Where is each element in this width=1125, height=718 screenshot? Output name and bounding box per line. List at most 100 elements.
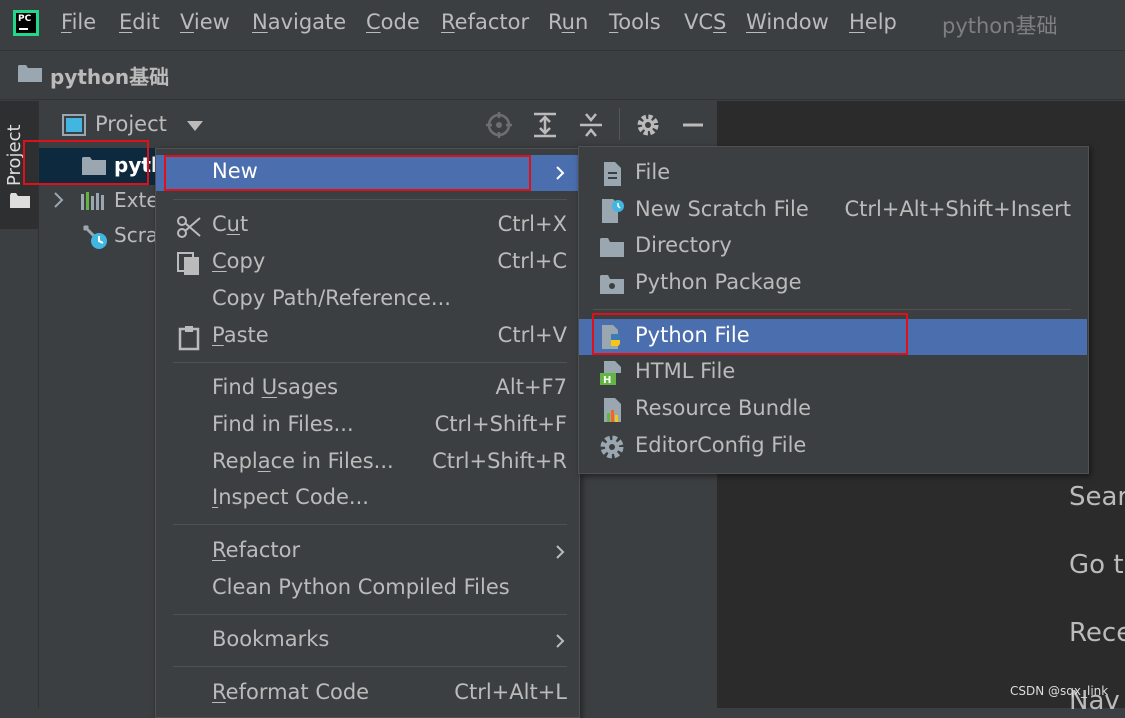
submenu-item-file[interactable]: File (579, 156, 1087, 192)
submenu-item-label: EditorConfig File (635, 433, 807, 457)
scissors-icon (177, 216, 201, 238)
menu-help[interactable]: Help (849, 10, 897, 34)
menu-item-label: Reformat Code (212, 680, 370, 704)
submenu-item-label: New Scratch File (635, 197, 809, 221)
external-libraries-icon (81, 192, 104, 210)
submenu-item-html-file[interactable]: H HTML File (579, 355, 1087, 391)
menu-item-replace-in-files[interactable]: Replace in Files... Ctrl+Shift+R (156, 445, 579, 481)
panel-title[interactable]: Project (95, 112, 167, 136)
menu-separator (173, 666, 567, 667)
shortcut-label: Alt+F7 (495, 375, 567, 399)
submenu-item-resource-bundle[interactable]: Resource Bundle (579, 392, 1087, 428)
gear-icon[interactable] (635, 112, 661, 138)
menu-vcs[interactable]: VCS (684, 10, 726, 34)
menu-item-label: Cut (212, 212, 249, 236)
folder-icon (10, 193, 30, 208)
toolbar-divider (619, 108, 620, 140)
menu-item-label: Copy (212, 249, 266, 273)
menu-tools[interactable]: Tools (609, 10, 661, 34)
menu-separator (593, 309, 1071, 310)
annotation-highlight (592, 313, 908, 355)
menu-item-inspect-code[interactable]: Inspect Code... (156, 481, 579, 517)
menu-edit[interactable]: Edit (119, 10, 160, 34)
submenu-item-editorconfig-file[interactable]: EditorConfig File (579, 429, 1087, 465)
locate-icon[interactable] (486, 112, 512, 138)
menu-item-refactor[interactable]: Refactor (156, 534, 579, 570)
project-view-icon (62, 114, 86, 136)
file-icon (604, 162, 621, 186)
menu-file[interactable]: File (61, 10, 96, 34)
directory-icon (600, 238, 624, 257)
menu-item-label: Inspect Code... (212, 485, 369, 509)
annotation-highlight (164, 155, 531, 191)
menu-item-label: Refactor (212, 538, 301, 562)
chevron-down-icon[interactable] (187, 121, 203, 131)
menu-item-copy-path[interactable]: Copy Path/Reference... (156, 282, 579, 318)
annotation-highlight (23, 140, 149, 185)
submenu-item-new-scratch-file[interactable]: New Scratch File Ctrl+Alt+Shift+Insert (579, 193, 1087, 229)
watermark: CSDN @sqx_link (1010, 684, 1109, 698)
python-package-icon (600, 275, 624, 294)
pycharm-logo-icon: PC (13, 10, 39, 36)
chevron-right-icon (556, 545, 565, 559)
chevron-right-icon[interactable] (52, 191, 66, 209)
menu-item-find-usages[interactable]: Find Usages Alt+F7 (156, 371, 579, 407)
submenu-item-label: Directory (635, 233, 732, 257)
menu-item-label: Find Usages (212, 375, 339, 399)
svg-text:H: H (603, 375, 611, 386)
shortcut-label: Ctrl+Alt+L (454, 680, 567, 704)
menu-item-reformat-code[interactable]: Reformat Code Ctrl+Alt+L (156, 676, 579, 712)
minimize-icon[interactable] (680, 112, 706, 138)
menu-view[interactable]: View (180, 10, 230, 34)
scratch-file-icon (602, 199, 624, 223)
tree-item-external-libraries[interactable]: Exte (114, 188, 159, 212)
menu-separator (173, 524, 567, 525)
tree-item-scratches[interactable]: Scra (114, 223, 158, 247)
menu-item-find-in-files[interactable]: Find in Files... Ctrl+Shift+F (156, 408, 579, 444)
window-title: python基础 (942, 14, 1058, 38)
menu-run[interactable]: Run (548, 10, 588, 34)
shortcut-label: Ctrl+X (497, 212, 567, 236)
menu-item-clean-compiled[interactable]: Clean Python Compiled Files (156, 571, 579, 607)
menu-item-label: Replace in Files... (212, 449, 394, 473)
editor-hint-goto: Go t (1069, 550, 1124, 580)
shortcut-label: Ctrl+Shift+F (434, 412, 567, 436)
menu-code[interactable]: Code (366, 10, 420, 34)
paste-icon (178, 326, 200, 351)
submenu-item-label: Python Package (635, 270, 802, 294)
breadcrumb-project[interactable]: python基础 (50, 61, 169, 90)
menu-item-label: Paste (212, 323, 269, 347)
shortcut-label: Ctrl+V (497, 323, 567, 347)
submenu-item-python-package[interactable]: Python Package (579, 266, 1087, 302)
submenu-item-label: Resource Bundle (635, 396, 812, 420)
menu-refactor[interactable]: Refactor (441, 10, 529, 34)
menu-item-label: Clean Python Compiled Files (212, 575, 510, 599)
editor-hint-recent: Rece (1069, 618, 1125, 648)
menu-separator (173, 614, 567, 615)
menu-separator (173, 362, 567, 363)
shortcut-label: Ctrl+Shift+R (432, 449, 567, 473)
gear-icon (600, 435, 624, 459)
menu-separator (173, 199, 567, 200)
editor-hint-search: Sear (1069, 482, 1125, 512)
submenu-item-directory[interactable]: Directory (579, 229, 1087, 265)
menu-item-paste[interactable]: Paste Ctrl+V (156, 319, 579, 355)
menu-navigate[interactable]: Navigate (252, 10, 346, 34)
chevron-right-icon (556, 166, 565, 180)
shortcut-label: Ctrl+C (497, 249, 567, 273)
project-tool-tab-label[interactable]: Project (4, 124, 25, 186)
expand-all-icon[interactable] (532, 112, 558, 138)
menu-item-label: Copy Path/Reference... (212, 286, 451, 310)
menu-item-bookmarks[interactable]: Bookmarks (156, 623, 579, 659)
menu-item-cut[interactable]: Cut Ctrl+X (156, 208, 579, 244)
menu-item-label: Bookmarks (212, 627, 330, 651)
submenu-item-label: HTML File (635, 359, 736, 383)
menu-item-copy[interactable]: Copy Ctrl+C (156, 245, 579, 281)
menu-window[interactable]: Window (746, 10, 829, 34)
resource-bundle-icon (604, 398, 621, 422)
folder-icon (18, 65, 42, 82)
scratches-icon (82, 224, 107, 249)
collapse-all-icon[interactable] (578, 112, 604, 138)
copy-icon (177, 252, 199, 275)
submenu-item-label: File (635, 160, 671, 184)
